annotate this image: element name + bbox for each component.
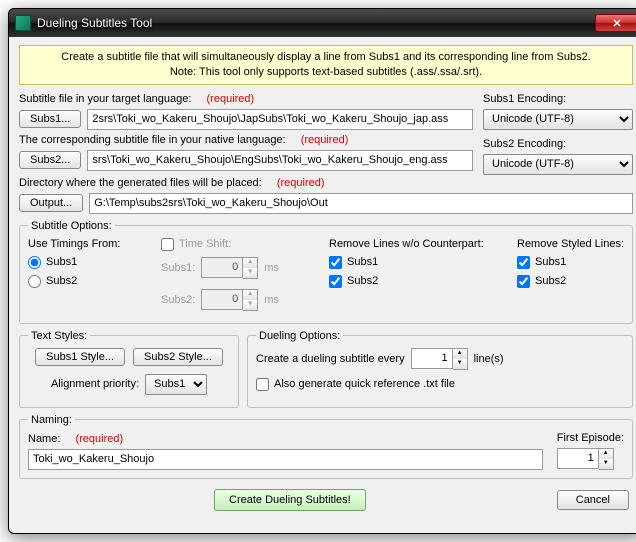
client-area: Create a subtitle file that will simulta… [9, 37, 636, 533]
name-input[interactable] [28, 449, 543, 470]
output-dir-label: Directory where the generated files will… [19, 177, 262, 189]
window: Dueling Subtitles Tool ✕ Create a subtit… [8, 8, 636, 534]
timeshift-checkbox[interactable]: Time Shift: [161, 238, 311, 251]
subs2-encoding-label: Subs2 Encoding: [483, 138, 633, 150]
text-styles-legend: Text Styles: [28, 330, 90, 342]
dueling-every-label-post: line(s) [474, 353, 504, 365]
styled-subs1-checkbox[interactable]: Subs1 [517, 256, 624, 269]
required-tag: (required) [301, 134, 349, 146]
window-title: Dueling Subtitles Tool [37, 16, 595, 30]
subs1-style-button[interactable]: Subs1 Style... [35, 348, 125, 366]
first-episode-spinner[interactable]: ▲▼ [557, 448, 614, 470]
subs1-path-input[interactable] [87, 109, 473, 130]
shift-subs1-spinner: ▲▼ [201, 257, 258, 279]
output-path-input[interactable] [89, 193, 633, 214]
spin-up-icon: ▲ [453, 349, 467, 359]
shift-subs2-spinner: ▲▼ [201, 289, 258, 311]
alignment-priority-select[interactable]: Subs1 [145, 374, 207, 395]
native-file-label: The corresponding subtitle file in your … [19, 134, 286, 146]
subs2-path-input[interactable] [87, 150, 473, 171]
spin-down-icon: ▼ [453, 359, 467, 369]
quickref-checkbox[interactable]: Also generate quick reference .txt file [256, 378, 624, 391]
styled-subs2-checkbox[interactable]: Subs2 [517, 275, 624, 288]
dueling-every-spinner[interactable]: ▲▼ [411, 348, 468, 370]
create-dueling-button[interactable]: Create Dueling Subtitles! [214, 489, 366, 511]
target-file-label: Subtitle file in your target language: [19, 93, 191, 105]
dueling-options-group: Dueling Options: Create a dueling subtit… [247, 330, 633, 408]
banner-line2: Note: This tool only supports text-based… [26, 65, 626, 80]
shift-subs1-label: Subs1: [161, 262, 195, 274]
output-browse-button[interactable]: Output... [19, 194, 83, 212]
info-banner: Create a subtitle file that will simulta… [19, 45, 633, 85]
remove-styled-header: Remove Styled Lines: [517, 238, 624, 250]
shift-subs2-label: Subs2: [161, 294, 195, 306]
required-tag: (required) [207, 93, 255, 105]
required-tag: (required) [75, 433, 123, 445]
subs1-encoding-label: Subs1 Encoding: [483, 93, 633, 105]
cancel-button[interactable]: Cancel [557, 490, 629, 510]
spin-down-icon: ▼ [599, 459, 613, 469]
remove-subs2-checkbox[interactable]: Subs2 [329, 275, 499, 288]
remove-subs1-checkbox[interactable]: Subs1 [329, 256, 499, 269]
first-episode-label: First Episode: [557, 432, 624, 444]
subs2-style-button[interactable]: Subs2 Style... [133, 348, 223, 366]
close-button[interactable]: ✕ [595, 14, 636, 32]
timings-subs1-radio[interactable]: Subs1 [28, 256, 143, 269]
app-icon [15, 15, 31, 31]
spin-up-icon: ▲ [599, 449, 613, 459]
titlebar: Dueling Subtitles Tool ✕ [9, 9, 636, 37]
required-tag: (required) [277, 177, 325, 189]
subs1-browse-button[interactable]: Subs1... [19, 110, 81, 128]
subs2-browse-button[interactable]: Subs2... [19, 151, 81, 169]
subtitle-options-legend: Subtitle Options: [28, 220, 115, 232]
remove-counterpart-header: Remove Lines w/o Counterpart: [329, 238, 499, 250]
banner-line1: Create a subtitle file that will simulta… [26, 50, 626, 65]
timings-header: Use Timings From: [28, 238, 143, 250]
dueling-options-legend: Dueling Options: [256, 330, 343, 342]
naming-group: Naming: Name: (required) First Episode: … [19, 414, 633, 479]
name-label: Name: [28, 433, 60, 445]
subtitle-options-group: Subtitle Options: Use Timings From: Subs… [19, 220, 633, 324]
alignment-priority-label: Alignment priority: [51, 378, 139, 390]
timings-subs2-radio[interactable]: Subs2 [28, 275, 143, 288]
dueling-every-label-pre: Create a dueling subtitle every [256, 353, 405, 365]
text-styles-group: Text Styles: Subs1 Style... Subs2 Style.… [19, 330, 239, 408]
naming-legend: Naming: [28, 414, 75, 426]
subs2-encoding-select[interactable]: Unicode (UTF-8) [483, 154, 633, 175]
subs1-encoding-select[interactable]: Unicode (UTF-8) [483, 109, 633, 130]
